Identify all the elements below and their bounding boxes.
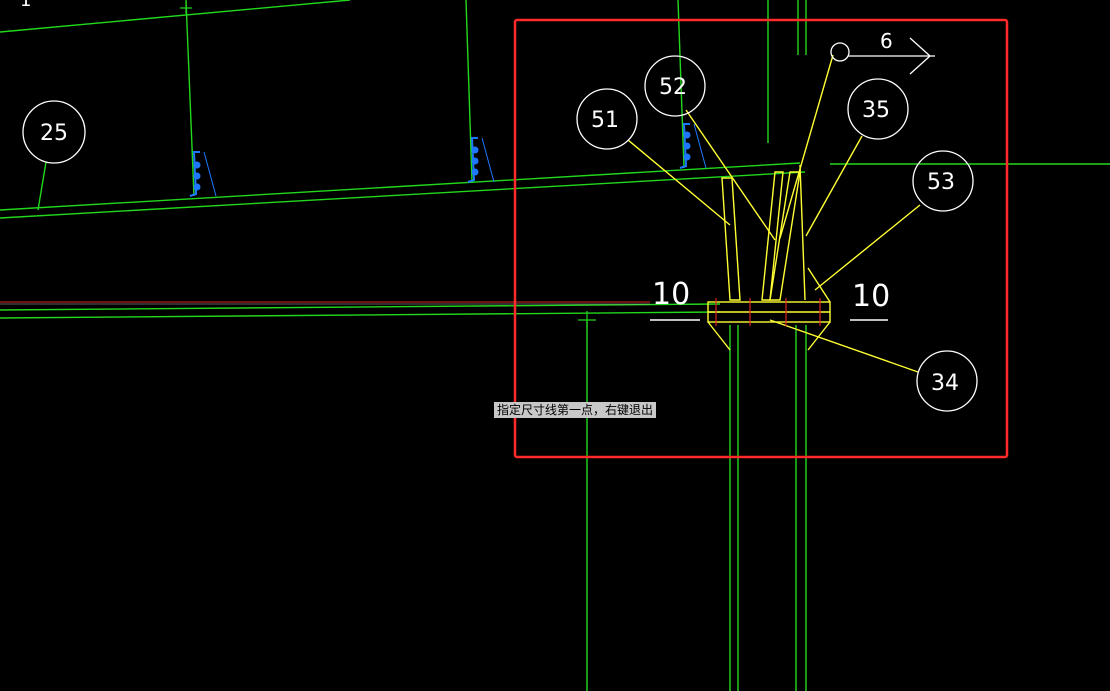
bubble-52[interactable]: 52	[644, 55, 706, 117]
section-mark-label: 6	[880, 29, 893, 53]
bubble-label: 53	[927, 170, 955, 195]
bubble-25[interactable]: 25	[22, 100, 86, 164]
dimension-text-right[interactable]: 10	[852, 279, 890, 314]
bubble-34[interactable]: 34	[916, 350, 978, 412]
crosshair-cursor-icon	[180, 2, 596, 329]
bubble-35[interactable]: 35	[847, 78, 909, 140]
bubble-51[interactable]: 51	[576, 88, 638, 150]
bubble-label: 34	[931, 371, 959, 396]
green-linework: 1	[0, 0, 1110, 691]
bubble-53[interactable]: 53	[912, 150, 974, 212]
bubble-label: 52	[659, 75, 687, 100]
svg-text:1: 1	[20, 0, 31, 11]
dimension-text-left[interactable]: 10	[652, 277, 690, 312]
cad-drawing-canvas[interactable]: 1 6 25 51 52 35 53 34 10 10	[0, 0, 1110, 691]
bubble-label: 25	[40, 121, 68, 146]
bubble-label: 51	[591, 108, 619, 133]
bubble-label: 35	[862, 98, 890, 123]
status-tooltip: 指定尺寸线第一点，右键退出	[494, 402, 657, 418]
